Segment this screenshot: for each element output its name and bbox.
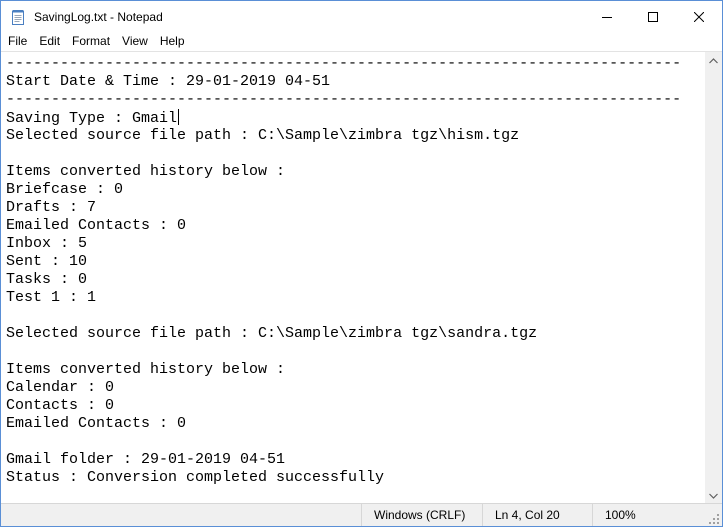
chevron-up-icon: [709, 57, 718, 63]
document-line: [6, 433, 705, 451]
maximize-icon: [648, 11, 658, 22]
minimize-icon: [602, 16, 612, 18]
minimize-button[interactable]: [584, 1, 630, 32]
notepad-icon: [10, 9, 26, 25]
document-line: [6, 307, 705, 325]
document-line: Drafts : 7: [6, 199, 97, 216]
menu-view[interactable]: View: [116, 32, 154, 51]
document-line: [6, 343, 705, 361]
document-line: Selected source file path : C:\Sample\zi…: [6, 325, 538, 342]
vertical-scrollbar[interactable]: [705, 51, 722, 504]
status-bar: Windows (CRLF) Ln 4, Col 20 100%: [1, 503, 722, 526]
document-line: [6, 145, 705, 163]
menu-bar: File Edit Format View Help: [1, 32, 722, 51]
document-line: Inbox : 5: [6, 235, 88, 252]
document-line: Contacts : 0: [6, 397, 115, 414]
close-button[interactable]: [676, 1, 722, 32]
cursor-position-status: Ln 4, Col 20: [482, 504, 592, 526]
close-icon: [694, 11, 704, 22]
document-line: Items converted history below :: [6, 361, 286, 378]
scroll-up-button[interactable]: [705, 52, 722, 69]
document-line: Start Date & Time : 29-01-2019 04-51: [6, 73, 331, 90]
line-ending-status: Windows (CRLF): [361, 504, 482, 526]
document-line: Saving Type : Gmail: [6, 109, 180, 127]
document-line: Sent : 10: [6, 253, 88, 270]
document-line: ----------------------------------------…: [6, 55, 682, 72]
menu-edit[interactable]: Edit: [33, 32, 66, 51]
maximize-button[interactable]: [630, 1, 676, 32]
document-line: Gmail folder : 29-01-2019 04-51: [6, 451, 286, 468]
text-editor[interactable]: ----------------------------------------…: [1, 51, 705, 504]
document-line: Selected source file path : C:\Sample\zi…: [6, 127, 520, 144]
title-bar[interactable]: SavingLog.txt - Notepad: [1, 1, 722, 32]
document-line: Emailed Contacts : 0: [6, 217, 187, 234]
chevron-down-icon: [709, 493, 718, 499]
text-caret: [178, 109, 180, 125]
document-line: Items converted history below :: [6, 163, 286, 180]
menu-format[interactable]: Format: [66, 32, 116, 51]
document-line: Calendar : 0: [6, 379, 115, 396]
document-line: Briefcase : 0: [6, 181, 124, 198]
menu-help[interactable]: Help: [154, 32, 191, 51]
menu-file[interactable]: File: [1, 32, 33, 51]
notepad-window: SavingLog.txt - Notepad File Edit Format…: [0, 0, 723, 527]
document-line: Status : Conversion completed successful…: [6, 469, 385, 486]
document-line: Emailed Contacts : 0: [6, 415, 187, 432]
document-line: Tasks : 0: [6, 271, 88, 288]
window-title: SavingLog.txt - Notepad: [34, 9, 163, 24]
scroll-down-button[interactable]: [705, 487, 722, 504]
zoom-status: 100%: [592, 504, 722, 526]
document-text[interactable]: ----------------------------------------…: [1, 52, 705, 487]
resize-grip-icon[interactable]: [708, 513, 720, 525]
document-line: ----------------------------------------…: [6, 91, 682, 108]
document-line: Test 1 : 1: [6, 289, 97, 306]
